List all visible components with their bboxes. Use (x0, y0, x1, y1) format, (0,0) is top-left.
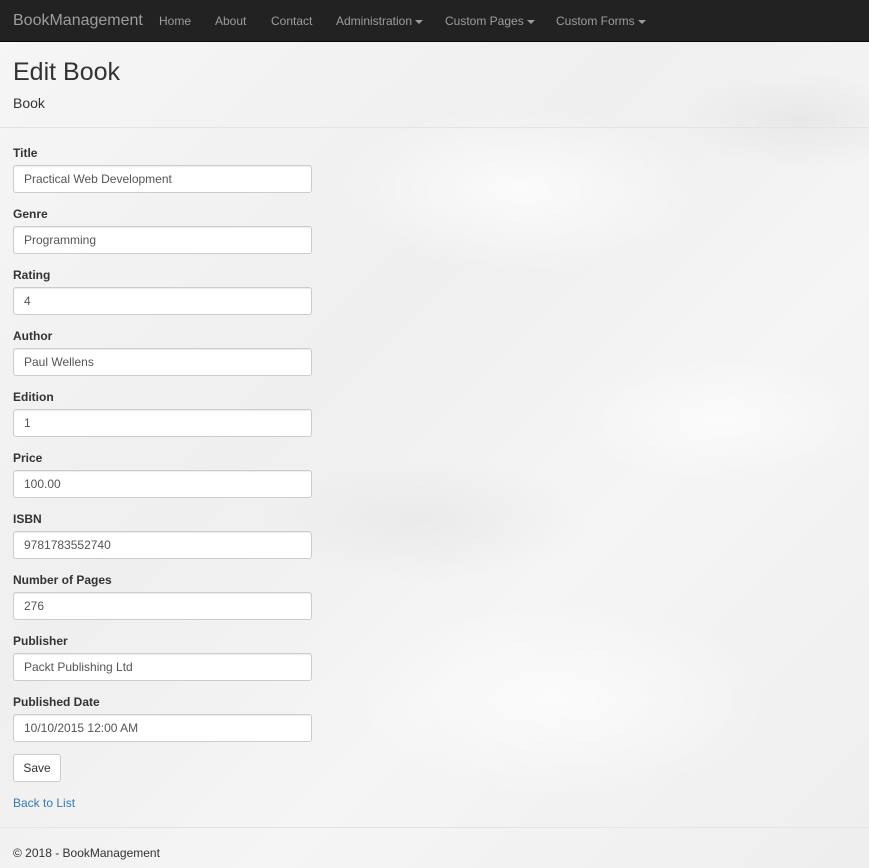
nav-custom-forms-label: Custom Forms (556, 14, 635, 28)
brand-link[interactable]: BookManagement (13, 12, 143, 30)
genre-field-group: Genre Programming (13, 207, 313, 254)
edition-label: Edition (13, 390, 54, 404)
published-date-input[interactable]: 10/10/2015 12:00 AM (13, 714, 312, 742)
page-subtitle: Book (13, 95, 45, 111)
footer-divider (0, 827, 869, 828)
publisher-field-group: Publisher Packt Publishing Ltd (13, 634, 313, 681)
author-label: Author (13, 329, 53, 343)
nav-custom-forms-dropdown[interactable]: Custom Forms (556, 14, 646, 28)
genre-input[interactable]: Programming (13, 226, 312, 254)
nav-administration-label: Administration (336, 14, 413, 28)
price-label: Price (13, 451, 43, 465)
caret-down-icon (637, 19, 646, 24)
save-button[interactable]: Save (13, 754, 61, 782)
rating-input[interactable]: 4 (13, 287, 312, 315)
price-input[interactable]: 100.00 (13, 470, 312, 498)
author-field-group: Author Paul Wellens (13, 329, 313, 376)
nav-contact[interactable]: Contact (271, 14, 312, 28)
isbn-field-group: ISBN 9781783552740 (13, 512, 313, 559)
pages-field-group: Number of Pages 276 (13, 573, 313, 620)
footer-text: © 2018 - BookManagement (13, 846, 160, 860)
edition-input[interactable]: 1 (13, 409, 312, 437)
publisher-label: Publisher (13, 634, 68, 648)
published-date-label: Published Date (13, 695, 100, 709)
rating-label: Rating (13, 268, 51, 282)
nav-custom-pages-label: Custom Pages (445, 14, 524, 28)
rating-field-group: Rating 4 (13, 268, 313, 315)
genre-label: Genre (13, 207, 48, 221)
title-input[interactable]: Practical Web Development (13, 165, 312, 193)
nav-home-label: Home (159, 14, 192, 28)
back-to-list-link[interactable]: Back to List (13, 796, 75, 810)
page-title: Edit Book (13, 58, 121, 86)
title-label: Title (13, 146, 38, 160)
title-field-group: Title Practical Web Development (13, 146, 313, 193)
edition-field-group: Edition 1 (13, 390, 313, 437)
divider (0, 127, 869, 128)
nav-administration-dropdown[interactable]: Administration (336, 14, 424, 28)
nav-home[interactable]: Home (159, 14, 191, 28)
published-date-field-group: Published Date 10/10/2015 12:00 AM (13, 695, 313, 742)
nav-about-label: About (215, 14, 247, 28)
pages-label: Number of Pages (13, 573, 112, 587)
top-navbar: BookManagement Home About Contact Admini… (0, 0, 869, 42)
author-input[interactable]: Paul Wellens (13, 348, 312, 376)
caret-down-icon (526, 19, 535, 24)
nav-about[interactable]: About (215, 14, 246, 28)
pages-input[interactable]: 276 (13, 592, 312, 620)
isbn-label: ISBN (13, 512, 42, 526)
nav-contact-label: Contact (271, 14, 313, 28)
publisher-input[interactable]: Packt Publishing Ltd (13, 653, 312, 681)
caret-down-icon (415, 19, 424, 24)
isbn-input[interactable]: 9781783552740 (13, 531, 312, 559)
nav-custom-pages-dropdown[interactable]: Custom Pages (445, 14, 535, 28)
price-field-group: Price 100.00 (13, 451, 313, 498)
